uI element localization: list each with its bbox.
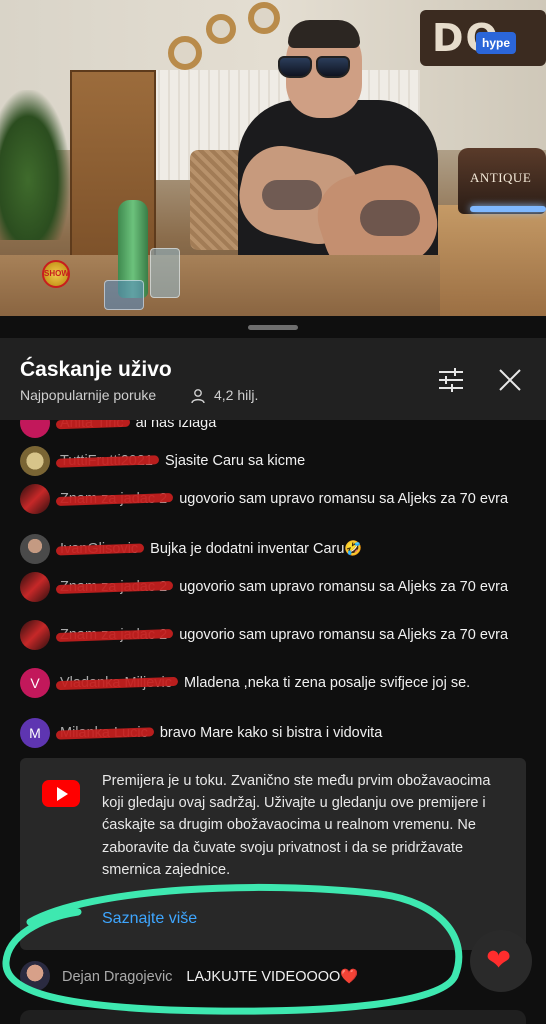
- video-counter: [430, 205, 546, 316]
- video-ice-bucket-label: ANTIQUE: [470, 170, 532, 185]
- premiere-notice-card: Premijera je u toku. Zvanično ste među p…: [20, 758, 526, 950]
- youtube-icon: [42, 780, 80, 807]
- pinned-message-body: Dejan Dragojevic LAJKUJTE VIDEOOOO❤️: [62, 968, 358, 985]
- video-mirror: [168, 36, 202, 70]
- video-tattoo: [360, 200, 420, 236]
- message-text: Sjasite Caru sa kicme: [164, 453, 306, 469]
- chat-message[interactable]: Znam za jadac 2 ugovorio sam upravo roman…: [20, 572, 530, 602]
- pinned-message[interactable]: Dejan Dragojevic LAJKUJTE VIDEOOOO❤️: [0, 955, 546, 1001]
- video-ice-bucket-glow: [470, 206, 546, 212]
- avatar: [20, 484, 50, 514]
- message-text: ugovorio sam upravo romansu sa Aljeks za…: [179, 491, 509, 507]
- avatar: [20, 961, 50, 991]
- message-text: Mladena ,neka ti zena posalje svifjece j…: [184, 675, 471, 691]
- video-sunglasses: [274, 56, 354, 80]
- show-logo-badge: SHOW: [42, 260, 70, 288]
- message-author: Vladanka Miljevic: [60, 672, 172, 694]
- avatar: [20, 620, 50, 650]
- message-author: Anita Tirić: [60, 420, 124, 434]
- message-author: Znam za jadac 2: [60, 624, 167, 646]
- chat-title: Ćaskanje uživo: [20, 358, 172, 381]
- chat-message[interactable]: IvanGlisovic Bujka je dodatni inventar Ca…: [20, 534, 530, 564]
- video-glass: [104, 280, 144, 310]
- chat-message[interactable]: Znam za jadac 2 ugovorio sam upravo roman…: [20, 484, 530, 514]
- heart-reaction-button[interactable]: ❤: [470, 930, 532, 992]
- chat-message[interactable]: TuttiFrutti2021 Sjasite Caru sa kicme: [20, 446, 530, 476]
- tune-icon[interactable]: [438, 368, 464, 392]
- close-icon[interactable]: [498, 368, 522, 392]
- chat-message-list[interactable]: Anita Tirić ai nas izlaga TuttiFrutti2021…: [0, 420, 546, 756]
- message-author: IvanGlisovic: [60, 538, 138, 560]
- avatar: V: [20, 668, 50, 698]
- message-text: Bujka je dodatni inventar Caru🤣: [150, 541, 363, 557]
- avatar: [20, 572, 50, 602]
- message-text: bravo Mare kako si bistra i vidovita: [159, 725, 383, 741]
- video-tattoo: [262, 180, 322, 210]
- message-text: ugovorio sam upravo romansu sa Aljeks za…: [179, 627, 509, 643]
- drag-handle[interactable]: [248, 325, 298, 330]
- video-person-hair: [288, 20, 360, 48]
- video-mirror: [248, 2, 280, 34]
- chat-message[interactable]: V Vladanka Miljevic Mladena ,neka ti zena…: [20, 668, 530, 698]
- message-author: Znam za jadac 2: [60, 576, 167, 598]
- chat-header: Ćaskanje uživo Najpopularnije poruke 4,2…: [0, 338, 546, 420]
- learn-more-link[interactable]: Saznajte više: [102, 910, 197, 928]
- heart-icon: ❤: [486, 944, 512, 977]
- avatar: [20, 534, 50, 564]
- chat-message[interactable]: Anita Tirić ai nas izlaga: [20, 420, 530, 438]
- show-logo: SHOW: [28, 258, 82, 294]
- person-icon: [191, 389, 205, 404]
- message-author: Milanka Lucic: [60, 722, 148, 744]
- message-author: TuttiFrutti2021: [60, 450, 153, 472]
- message-author: Znam za jadac 2: [60, 488, 167, 510]
- video-glass: [150, 248, 180, 298]
- premiere-notice-text: Premijera je u toku. Zvanično ste među p…: [102, 773, 491, 878]
- viewer-count: 4,2 hilj.: [214, 387, 259, 403]
- hype-channel-badge: hype: [476, 32, 516, 54]
- avatar: [20, 446, 50, 476]
- message-author: Dejan Dragojevic: [62, 969, 173, 985]
- chat-message[interactable]: M Milanka Lucic bravo Mare kako si bistra…: [20, 718, 530, 748]
- video-plant: [0, 90, 70, 240]
- avatar: M: [20, 718, 50, 748]
- message-text: LAJKUJTE VIDEOOOO❤️: [186, 969, 359, 985]
- chat-filter-dropdown[interactable]: Najpopularnije poruke: [20, 387, 156, 403]
- message-text: ai nas izlaga: [135, 420, 217, 431]
- video-mirror: [206, 14, 236, 44]
- video-player[interactable]: DO ANTIQUE SHOW hype: [0, 0, 546, 316]
- chat-message[interactable]: Znam za jadac 2 ugovorio sam upravo roman…: [20, 620, 530, 650]
- chat-input-bar[interactable]: [20, 1010, 526, 1024]
- avatar: [20, 420, 50, 438]
- message-text: ugovorio sam upravo romansu sa Aljeks za…: [179, 579, 509, 595]
